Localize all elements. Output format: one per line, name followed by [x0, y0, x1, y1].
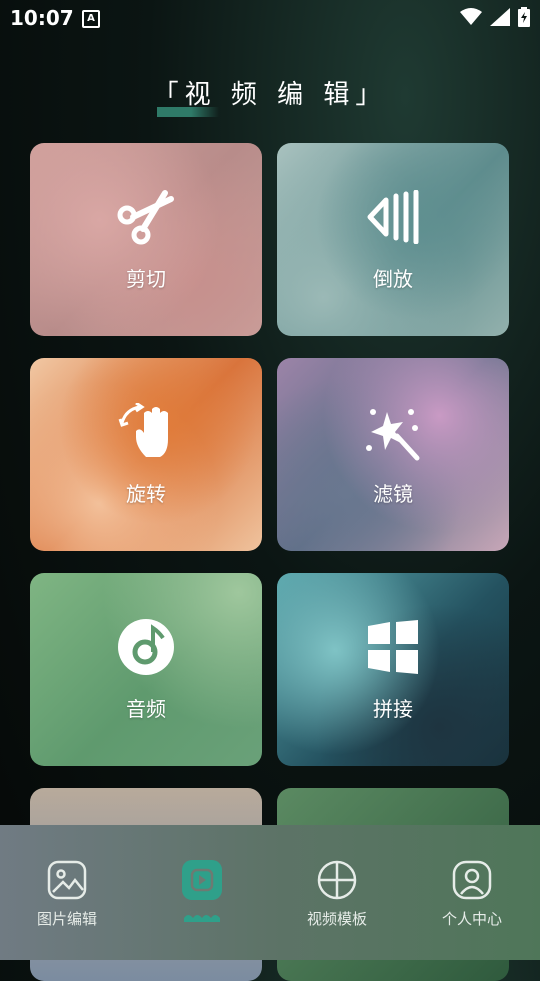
- tab-video-template[interactable]: 视频模板: [287, 860, 387, 929]
- tile-rotate[interactable]: 旋转: [30, 358, 262, 551]
- tab-video-edit[interactable]: [152, 860, 252, 926]
- tile-label: 倒放: [373, 267, 413, 291]
- tile-audio[interactable]: 音频: [30, 573, 262, 766]
- bottom-tab-bar: 图片编辑 视频模板 个人中心: [0, 825, 540, 960]
- tile-label: 音频: [126, 697, 166, 721]
- status-bar: 10:07 A: [0, 0, 540, 36]
- template-circle-icon: [317, 860, 357, 900]
- status-time: 10:07: [10, 6, 74, 30]
- tile-cut[interactable]: 剪切: [30, 143, 262, 336]
- image-icon: [47, 860, 87, 900]
- grid-join-icon: [363, 617, 423, 677]
- tile-join[interactable]: 拼接: [277, 573, 509, 766]
- status-right-icons: [460, 7, 530, 31]
- rotate-hand-icon: [116, 402, 176, 462]
- header: 「视 频 编 辑」: [0, 74, 540, 117]
- tile-label: 旋转: [126, 482, 166, 506]
- wifi-icon: [460, 8, 482, 30]
- tab-active-indicator: [184, 908, 220, 926]
- page-title: 「视 频 编 辑」: [152, 74, 388, 117]
- battery-icon: [518, 7, 530, 31]
- tab-label: 个人中心: [441, 910, 502, 928]
- tile-label: 剪切: [126, 267, 166, 291]
- tile-reverse[interactable]: 倒放: [277, 143, 509, 336]
- scissors-icon: [116, 187, 176, 247]
- music-disc-icon: [116, 617, 176, 677]
- tab-label: 图片编辑: [36, 910, 97, 928]
- tab-image-edit[interactable]: 图片编辑: [17, 860, 117, 929]
- user-icon: [452, 860, 492, 900]
- page-title-text: 「视 频 编 辑」: [152, 80, 388, 110]
- signal-icon: [490, 8, 510, 30]
- tab-profile[interactable]: 个人中心: [422, 860, 522, 929]
- video-icon: [182, 860, 222, 900]
- magic-wand-icon: [363, 402, 423, 462]
- notification-a-icon: A: [82, 10, 100, 28]
- tile-label: 拼接: [373, 697, 413, 721]
- reverse-play-icon: [363, 187, 423, 247]
- tile-label: 滤镜: [373, 482, 413, 506]
- tab-label: 视频模板: [306, 910, 367, 928]
- tile-filter[interactable]: 滤镜: [277, 358, 509, 551]
